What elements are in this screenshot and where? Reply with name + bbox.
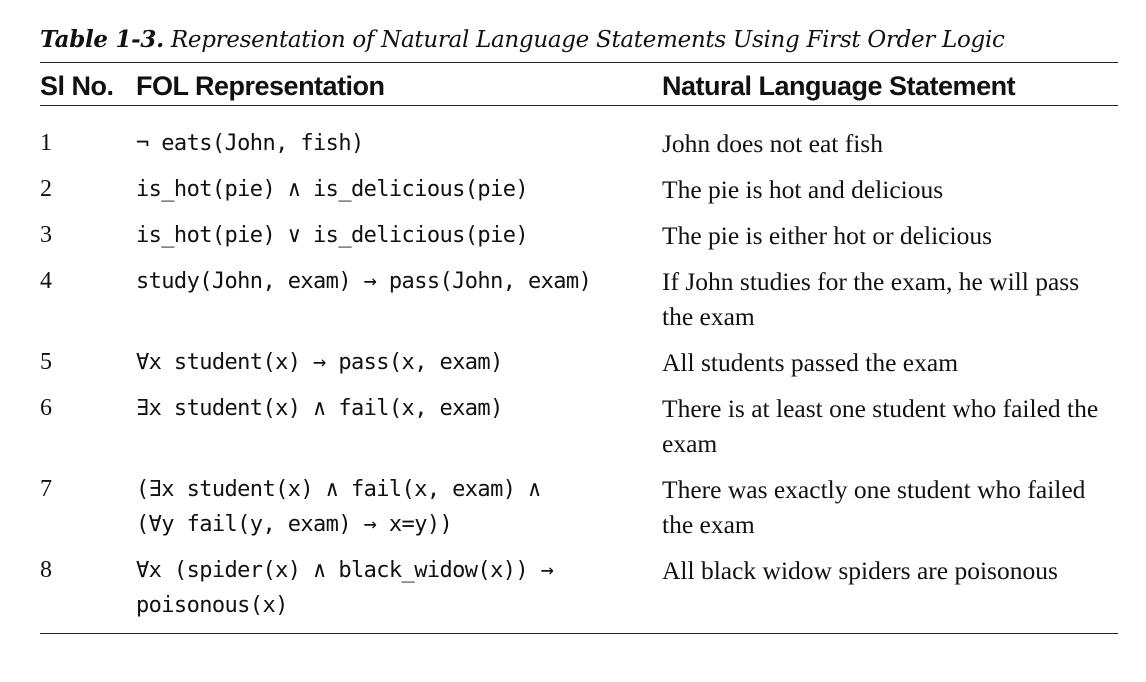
- row-number: 3: [40, 222, 52, 248]
- fol-expression: is_hot(pie) ∨ is_delicious(pie): [136, 223, 529, 248]
- row-number: 8: [40, 547, 136, 634]
- fol-expression: study(John, exam) → pass(John, exam): [136, 269, 592, 294]
- table-row: 1 ¬ eats(John, fish) John does not eat f…: [40, 106, 1118, 167]
- document-page: Table 1-3. Representation of Natural Lan…: [40, 22, 1118, 634]
- table-row: 7 (∃x student(x) ∧ fail(x, exam) ∧ (∀y f…: [40, 466, 1118, 547]
- row-number: 7: [40, 476, 52, 502]
- table-row: 6 ∃x student(x) ∧ fail(x, exam) There is…: [40, 385, 1118, 466]
- natural-language-statement: The pie is either hot or delicious: [662, 221, 992, 250]
- table-row: 3 is_hot(pie) ∨ is_delicious(pie) The pi…: [40, 212, 1118, 258]
- fol-expression: is_hot(pie) ∧ is_delicious(pie): [136, 177, 529, 202]
- fol-expression: ∃x student(x) ∧ fail(x, exam): [136, 396, 503, 421]
- fol-table: Sl No. FOL Representation Natural Langua…: [40, 62, 1118, 634]
- table-caption-title: Representation of Natural Language State…: [170, 27, 1005, 53]
- header-natural-language-statement: Natural Language Statement: [662, 62, 1118, 106]
- table-caption-label: Table 1-3.: [40, 26, 164, 53]
- fol-expression: (∃x student(x) ∧ fail(x, exam) ∧ (∀y fai…: [136, 477, 541, 537]
- table-row: 8 ∀x (spider(x) ∧ black_widow(x)) → pois…: [40, 547, 1118, 634]
- natural-language-statement: The pie is hot and delicious: [662, 175, 944, 204]
- natural-language-statement: All black widow spiders are poisonous: [662, 547, 1118, 634]
- natural-language-statement: There was exactly one student who failed…: [662, 475, 1086, 539]
- row-number: 4: [40, 268, 52, 294]
- natural-language-statement: There is at least one student who failed…: [662, 394, 1099, 458]
- natural-language-statement: John does not eat fish: [662, 129, 883, 158]
- fol-expression: ∀x (spider(x) ∧ black_widow(x)) → poison…: [136, 547, 662, 634]
- table-caption: Table 1-3. Representation of Natural Lan…: [40, 22, 1118, 62]
- natural-language-statement: All students passed the exam: [662, 348, 959, 377]
- header-sl-no: Sl No.: [40, 62, 136, 106]
- row-number: 5: [40, 349, 52, 375]
- table-header-row: Sl No. FOL Representation Natural Langua…: [40, 62, 1118, 106]
- row-number: 1: [40, 130, 52, 156]
- natural-language-statement: If John studies for the exam, he will pa…: [662, 267, 1080, 331]
- table-row: 5 ∀x student(x) → pass(x, exam) All stud…: [40, 339, 1118, 385]
- table-row: 4 study(John, exam) → pass(John, exam) I…: [40, 258, 1118, 339]
- table-row: 2 is_hot(pie) ∧ is_delicious(pie) The pi…: [40, 166, 1118, 212]
- row-number: 6: [40, 395, 52, 421]
- header-fol-representation: FOL Representation: [136, 62, 662, 106]
- fol-expression: ¬ eats(John, fish): [136, 131, 364, 156]
- fol-expression: ∀x student(x) → pass(x, exam): [136, 350, 503, 375]
- row-number: 2: [40, 176, 52, 202]
